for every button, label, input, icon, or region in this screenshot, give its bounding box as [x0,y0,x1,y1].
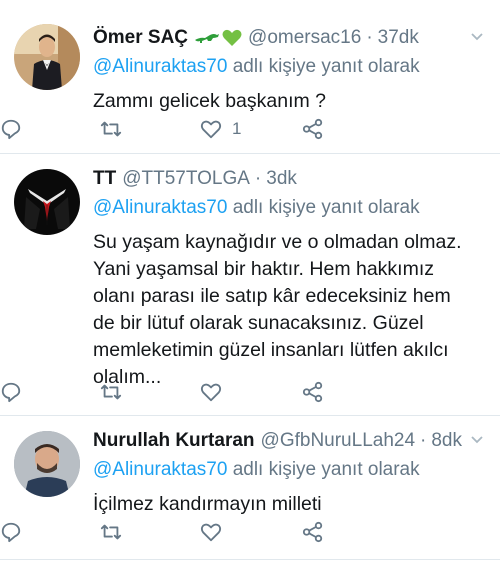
separator-dot: · [366,27,373,48]
reply-mention-link[interactable]: @Alinuraktas70 [93,197,227,218]
retweet-button[interactable] [100,114,122,144]
reply-icon [1,119,21,140]
tweet-actions [0,377,330,407]
reply-mention-link[interactable]: @Alinuraktas70 [93,56,227,77]
reply-context: @Alinuraktas70 adlı kişiye yanıt olarak [93,197,486,223]
reply-mention-link[interactable]: @Alinuraktas70 [93,459,227,480]
timestamp[interactable]: 3dk [266,168,297,190]
separator-dot: · [420,430,427,451]
retweet-button[interactable] [100,377,122,407]
reply-context-text: adlı kişiye yanıt olarak [232,197,420,218]
like-button[interactable]: 1 [200,114,241,144]
tweet-text: Su yaşam kaynağıdır ve o olmadan olmaz. … [93,231,462,388]
user-handle[interactable]: @TT57TOLGA [122,168,250,190]
share-button[interactable] [302,377,324,407]
avatar-image [14,169,80,235]
reply-button[interactable] [0,517,22,547]
timestamp[interactable]: 8dk [431,430,462,452]
avatar[interactable] [14,169,80,235]
reply-context: @Alinuraktas70 adlı kişiye yanıt olarak [93,459,486,485]
retweet-icon [100,384,122,400]
user-handle[interactable]: @omersac16 [248,27,361,49]
avatar-image [14,431,80,497]
tweet-header: Nurullah Kurtaran @GfbNuruLLah24 · 8dk [93,427,486,455]
avatar-image [14,24,80,90]
dinosaur-emoji-icon [195,34,220,43]
share-icon [302,381,323,403]
share-icon [302,118,323,140]
tweet-actions: 1 [0,114,330,144]
like-button[interactable] [200,517,232,547]
heart-icon [200,523,222,542]
reply-context: @Alinuraktas70 adlı kişiye yanıt olarak [93,56,486,82]
tweet-1[interactable]: Ömer SAÇ @omersac16 · 37dk @Alinuraktas7… [0,0,500,154]
retweet-icon [100,524,122,540]
like-count: 1 [232,119,242,138]
chevron-down-icon[interactable] [468,28,486,46]
retweet-button[interactable] [100,517,122,547]
heart-icon [200,383,222,402]
share-icon [302,521,323,543]
tweet-3[interactable]: Nurullah Kurtaran @GfbNuruLLah24 · 8dk @… [0,417,500,560]
tweet-text: Zammı gelicek başkanım ? [93,90,327,112]
reply-button[interactable] [0,114,22,144]
user-handle[interactable]: @GfbNuruLLah24 [261,430,416,452]
green-heart-emoji-icon [222,29,242,46]
like-button[interactable] [200,377,232,407]
avatar[interactable] [14,24,80,90]
share-button[interactable] [302,114,324,144]
timestamp[interactable]: 37dk [378,27,419,49]
tweet-header: Ömer SAÇ @omersac16 · 37dk [93,24,486,52]
reply-context-text: adlı kişiye yanıt olarak [232,459,420,480]
display-name[interactable]: Ömer SAÇ [93,27,188,49]
tweet-header: TT @TT57TOLGA · 3dk [93,165,486,193]
timeline-feed: Ömer SAÇ @omersac16 · 37dk @Alinuraktas7… [0,0,500,571]
avatar[interactable] [14,431,80,497]
tweet-2[interactable]: TT @TT57TOLGA · 3dk @Alinuraktas70 adlı … [0,155,500,416]
chevron-down-icon[interactable] [468,431,486,449]
display-name[interactable]: Nurullah Kurtaran [93,430,255,452]
reply-icon [1,522,21,543]
tweet-actions [0,517,330,547]
heart-icon [200,120,222,139]
display-name[interactable]: TT [93,168,116,190]
emoji-group [194,29,242,47]
reply-context-text: adlı kişiye yanıt olarak [232,56,420,77]
retweet-icon [100,121,122,137]
share-button[interactable] [302,517,324,547]
reply-icon [1,382,21,403]
separator-dot: · [254,168,262,189]
reply-button[interactable] [0,377,22,407]
tweet-text: İçilmez kandırmayın milleti [93,493,322,515]
